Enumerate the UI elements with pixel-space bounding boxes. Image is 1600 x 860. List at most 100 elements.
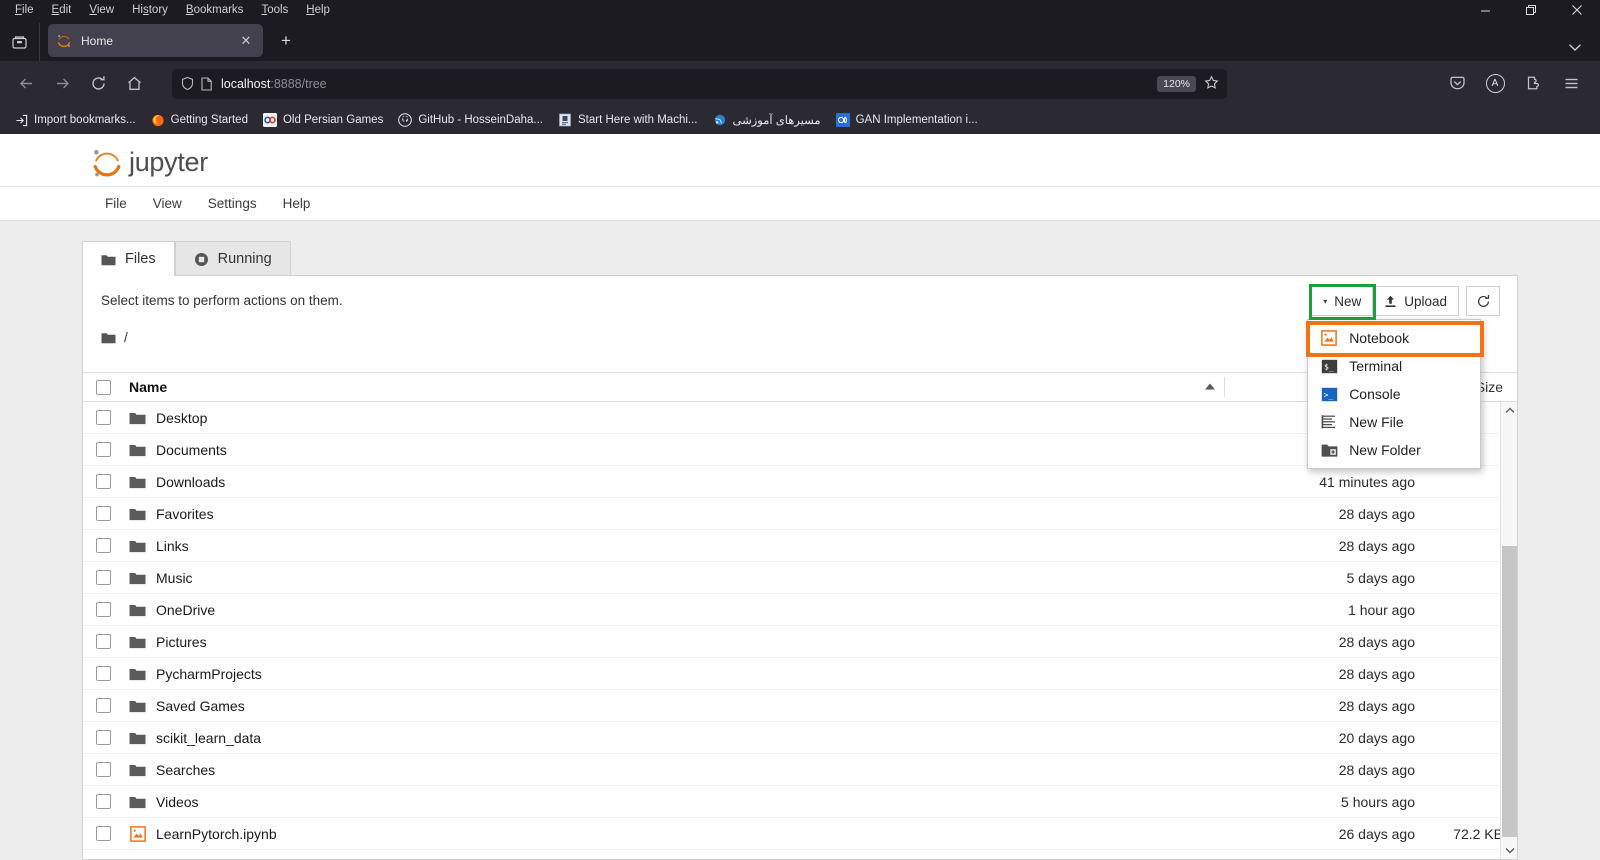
back-icon[interactable]	[10, 68, 42, 100]
table-row[interactable]: Desktop6 minutes ago	[83, 402, 1517, 434]
jp-menu-file[interactable]: File	[92, 196, 140, 211]
menubar-item-edit[interactable]: Edit	[43, 4, 81, 16]
breadcrumb[interactable]: /	[101, 330, 1499, 345]
table-row[interactable]: Documents1 hour ago	[83, 434, 1517, 466]
scrollbar-thumb[interactable]	[1502, 546, 1517, 837]
extensions-icon[interactable]	[1517, 68, 1549, 100]
scroll-up-arrow[interactable]	[1501, 402, 1518, 419]
tab-close-icon[interactable]: ✕	[237, 33, 255, 49]
table-row[interactable]: Music 5 days ago	[83, 562, 1517, 594]
maximize-restore-icon[interactable]	[1508, 0, 1554, 20]
file-name-cell[interactable]: PycharmProjects	[129, 665, 1225, 682]
file-name-cell[interactable]: Searches	[129, 761, 1225, 778]
new-menu-item-terminal[interactable]: $_ Terminal	[1308, 352, 1480, 380]
menubar-item-help[interactable]: Help	[297, 4, 339, 16]
table-row[interactable]: LearnPytorch.ipynb 26 days ago 72.2 KB	[83, 818, 1517, 850]
file-name-cell[interactable]: Links	[129, 537, 1225, 554]
menubar-item-history[interactable]: History	[123, 4, 177, 16]
row-checkbox[interactable]	[96, 410, 111, 425]
list-all-tabs-icon[interactable]	[0, 23, 40, 61]
table-row[interactable]: scikit_learn_data 20 days ago	[83, 722, 1517, 754]
row-checkbox[interactable]	[96, 506, 111, 521]
table-row[interactable]: Favorites 28 days ago	[83, 498, 1517, 530]
bookmark-farsi-paths[interactable]: مسیرهای آموزشی	[707, 110, 827, 130]
row-checkbox[interactable]	[96, 570, 111, 585]
file-name-cell[interactable]: Saved Games	[129, 697, 1225, 714]
row-checkbox[interactable]	[96, 634, 111, 649]
row-checkbox[interactable]	[96, 762, 111, 777]
select-all-checkbox[interactable]	[96, 379, 111, 395]
new-menu-dropdown[interactable]: Notebook $_ Terminal >_ Console New File New F…	[1307, 319, 1482, 469]
bookmark-old-persian-games[interactable]: Old Persian Games	[257, 110, 389, 130]
sort-ascending-icon[interactable]	[1204, 382, 1224, 392]
menubar-item-view[interactable]: View	[80, 4, 123, 16]
pocket-icon[interactable]	[1441, 68, 1473, 100]
close-icon[interactable]	[1554, 0, 1600, 20]
file-name-cell[interactable]: Downloads	[129, 473, 1225, 490]
jupyter-logo[interactable]: jupyter	[92, 147, 208, 179]
new-menu-item-new-file[interactable]: New File	[1308, 408, 1480, 436]
row-checkbox[interactable]	[96, 602, 111, 617]
table-row[interactable]: Pictures 28 days ago	[83, 626, 1517, 658]
bookmark-gan-implementation[interactable]: GAN Implementation i...	[830, 110, 984, 130]
bookmark-star-icon[interactable]	[1204, 74, 1219, 93]
menubar-item-file[interactable]: File	[6, 4, 43, 16]
browser-tab-home[interactable]: Home ✕	[48, 24, 263, 57]
bookmark-machine-learning[interactable]: Start Here with Machi...	[552, 110, 704, 130]
home-icon[interactable]	[118, 68, 150, 100]
zoom-level-badge[interactable]: 120%	[1157, 75, 1196, 92]
folder-plus-icon	[1320, 441, 1338, 459]
chevron-down-icon[interactable]	[1568, 40, 1582, 55]
menubar-item-bookmarks[interactable]: Bookmarks	[177, 4, 253, 16]
refresh-button[interactable]	[1466, 286, 1500, 316]
table-row[interactable]: Links 28 days ago	[83, 530, 1517, 562]
row-checkbox[interactable]	[96, 826, 111, 841]
table-row[interactable]: Videos 5 hours ago	[83, 786, 1517, 818]
table-row[interactable]: Searches 28 days ago	[83, 754, 1517, 786]
column-header-name[interactable]: Name	[129, 379, 167, 395]
bookmark-getting-started[interactable]: Getting Started	[145, 110, 254, 130]
row-checkbox[interactable]	[96, 794, 111, 809]
menubar-item-tools[interactable]: Tools	[252, 4, 297, 16]
tab-files[interactable]: Files	[82, 241, 175, 276]
file-list-scrollbar[interactable]	[1500, 402, 1517, 859]
file-name-cell[interactable]: LearnPytorch.ipynb	[129, 825, 1225, 842]
file-name-cell[interactable]: Documents	[129, 441, 1225, 458]
file-name-cell[interactable]: Desktop	[129, 409, 1225, 426]
new-tab-button[interactable]: +	[271, 26, 301, 56]
account-icon[interactable]: A	[1479, 68, 1511, 100]
forward-icon[interactable]	[46, 68, 78, 100]
address-bar[interactable]: localhost:8888/tree 120%	[172, 68, 1227, 99]
jp-menu-settings[interactable]: Settings	[195, 196, 270, 211]
file-name-cell[interactable]: scikit_learn_data	[129, 729, 1225, 746]
row-checkbox[interactable]	[96, 474, 111, 489]
new-button[interactable]: ▾ New	[1311, 286, 1373, 316]
row-checkbox[interactable]	[96, 442, 111, 457]
new-menu-item-new-folder[interactable]: New Folder	[1308, 436, 1480, 464]
row-checkbox[interactable]	[96, 538, 111, 553]
table-row[interactable]: OneDrive 1 hour ago	[83, 594, 1517, 626]
new-menu-item-notebook[interactable]: Notebook	[1308, 324, 1480, 352]
bookmark-import[interactable]: Import bookmarks...	[8, 110, 142, 130]
file-name-cell[interactable]: OneDrive	[129, 601, 1225, 618]
upload-button[interactable]: Upload	[1372, 286, 1459, 316]
bookmark-github[interactable]: GitHub - HosseinDaha...	[392, 110, 549, 130]
table-row[interactable]: Saved Games 28 days ago	[83, 690, 1517, 722]
file-name-cell[interactable]: Music	[129, 569, 1225, 586]
reload-icon[interactable]	[82, 68, 114, 100]
row-checkbox[interactable]	[96, 666, 111, 681]
row-checkbox[interactable]	[96, 698, 111, 713]
tab-running[interactable]: Running	[174, 241, 291, 276]
file-name-cell[interactable]: Videos	[129, 793, 1225, 810]
jp-menu-help[interactable]: Help	[270, 196, 324, 211]
table-row[interactable]: PycharmProjects 28 days ago	[83, 658, 1517, 690]
row-checkbox[interactable]	[96, 730, 111, 745]
scroll-down-arrow[interactable]	[1501, 842, 1518, 859]
minimize-icon[interactable]	[1462, 0, 1508, 20]
file-name-cell[interactable]: Pictures	[129, 633, 1225, 650]
new-menu-item-console[interactable]: >_ Console	[1308, 380, 1480, 408]
jp-menu-view[interactable]: View	[140, 196, 195, 211]
table-row[interactable]: Downloads 41 minutes ago	[83, 466, 1517, 498]
hamburger-menu-icon[interactable]	[1555, 68, 1587, 100]
file-name-cell[interactable]: Favorites	[129, 505, 1225, 522]
